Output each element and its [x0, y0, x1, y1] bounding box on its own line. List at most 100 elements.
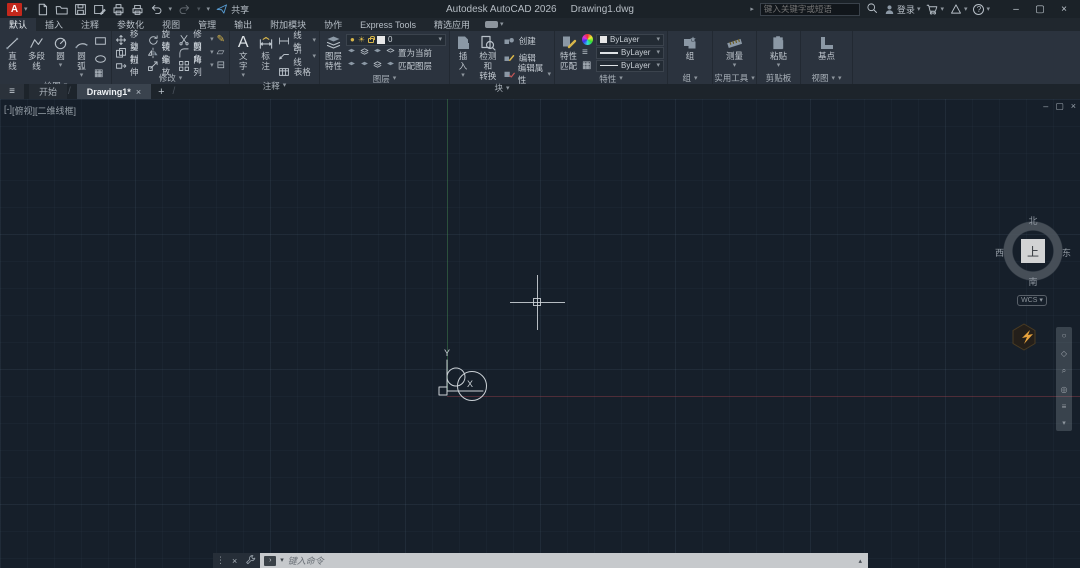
array-button[interactable]: 阵列 ▾	[178, 55, 214, 77]
sign-in-caret-icon[interactable]: ▾	[917, 6, 921, 13]
layer-tool-icon-3[interactable]	[372, 47, 383, 58]
file-tabs-menu-button[interactable]: ≡	[0, 84, 24, 99]
save-icon[interactable]	[74, 3, 87, 16]
autodesk-access-button[interactable]: ▾	[950, 3, 968, 15]
viewcube-top-face[interactable]: 上	[1021, 239, 1045, 263]
command-customize-icon[interactable]	[241, 555, 260, 566]
search-input[interactable]	[763, 4, 856, 14]
nav-showmotion-icon[interactable]: ≡	[1062, 402, 1067, 411]
search-icon[interactable]	[866, 2, 878, 17]
app-store-caret-icon[interactable]: ▾	[940, 6, 944, 13]
undo-caret-icon[interactable]: ▾	[169, 6, 173, 13]
explode-icon[interactable]: ▱	[217, 47, 225, 58]
insert-block-button[interactable]: 插入 ▾	[453, 33, 473, 82]
erase-icon[interactable]: ⊟	[217, 60, 225, 71]
save-as-icon[interactable]	[93, 3, 106, 16]
panel-label-properties[interactable]: 特性 ▾	[555, 73, 667, 85]
dimension-button[interactable]: 标注	[255, 33, 275, 80]
layer-tool-icon-2[interactable]	[359, 47, 370, 58]
new-tab-button[interactable]: +	[151, 84, 171, 99]
match-layer-button[interactable]: 匹配图层	[346, 60, 446, 72]
panel-label-group[interactable]: 组 ▾	[668, 72, 712, 84]
hatch-icon[interactable]: ▦	[94, 69, 107, 79]
panel-label-view[interactable]: 视图 ▾ ▾	[801, 72, 852, 84]
leader-button[interactable]: 引线 ▾	[278, 45, 316, 67]
ribbon-tab-express-tools[interactable]: Express Tools	[351, 18, 425, 31]
table-button[interactable]: 表格	[278, 65, 316, 78]
app-menu-button[interactable]: A	[7, 2, 22, 16]
panel-label-utilities[interactable]: 实用工具 ▾	[713, 72, 756, 84]
erase-pencil-icon[interactable]: ✎	[217, 34, 225, 45]
line-button[interactable]: 直线	[3, 33, 22, 80]
viewcube-west[interactable]: 西	[995, 246, 1004, 259]
command-recent-caret-icon[interactable]: ▾	[280, 557, 284, 564]
viewport-visual-style-control[interactable]: [二维线框]	[35, 104, 76, 117]
nav-wheel-icon[interactable]: ○	[1062, 331, 1067, 340]
drawing-close-icon[interactable]: ×	[1071, 101, 1076, 112]
layer-tool-icon-5[interactable]	[346, 60, 357, 71]
command-expand-icon[interactable]: ▴	[856, 557, 864, 565]
autodesk-access-caret-icon[interactable]: ▾	[964, 6, 968, 13]
panel-label-annotation[interactable]: 注释 ▾	[230, 80, 319, 92]
panel-label-modify[interactable]: 修改 ▾	[112, 72, 229, 84]
layer-dropdown[interactable]: ● ☀ 0 ▾	[346, 33, 446, 46]
wcs-button[interactable]: WCS ▾	[1017, 295, 1047, 306]
group-button[interactable]: 组	[680, 33, 700, 72]
ribbon-display-toggle[interactable]: ▾	[485, 18, 504, 31]
search-box[interactable]	[759, 2, 860, 16]
navigation-bar[interactable]: ○ ◇ ⌕ ◎ ≡ ▾	[1056, 327, 1072, 431]
viewcube-east[interactable]: 东	[1062, 246, 1071, 259]
help-button[interactable]: ? ▾	[973, 3, 990, 15]
linetype-list-icon[interactable]: ▦	[582, 61, 593, 71]
arc-button[interactable]: 圆弧 ▾	[72, 33, 91, 80]
plot-icon[interactable]	[112, 3, 125, 16]
command-close-icon[interactable]: ×	[228, 556, 241, 566]
command-input-field[interactable]: › ▾ ▴	[260, 553, 868, 568]
nav-orbit-icon[interactable]: ◎	[1061, 385, 1068, 394]
new-drawing-icon[interactable]	[36, 3, 49, 16]
command-input[interactable]	[287, 555, 853, 566]
ribbon-tab-collaborate[interactable]: 协作	[315, 18, 351, 31]
ellipse-icon[interactable]	[94, 51, 107, 69]
match-properties-button[interactable]: 特性 匹配	[558, 33, 579, 73]
panel-label-block[interactable]: 块 ▾	[450, 82, 554, 94]
file-tab-drawing1[interactable]: Drawing1* ×	[76, 84, 152, 99]
minimize-button[interactable]: –	[1004, 4, 1028, 15]
object-color-dropdown[interactable]: ByLayer ▾	[596, 33, 664, 46]
text-button[interactable]: A 文字 ▾	[233, 33, 253, 80]
ribbon-tab-output[interactable]: 输出	[225, 18, 261, 31]
drawing-restore-icon[interactable]: ▢	[1055, 101, 1064, 112]
share-button[interactable]: 共享	[216, 3, 249, 16]
scale-button[interactable]: 缩放	[147, 55, 177, 77]
layer-tool-icon-1[interactable]	[346, 47, 357, 58]
layer-tool-icon-6[interactable]	[359, 60, 370, 71]
rectangle-icon[interactable]	[94, 33, 107, 51]
batch-plot-icon[interactable]	[131, 3, 144, 16]
lineweight-dropdown[interactable]: ByLayer ▾	[596, 46, 664, 59]
measure-button[interactable]: 测量 ▾	[724, 33, 745, 72]
ai-assistant-badge[interactable]	[1011, 323, 1037, 356]
base-view-button[interactable]: 基点	[816, 33, 837, 72]
layer-tool-icon-4[interactable]	[385, 47, 396, 58]
detect-convert-button[interactable]: 检测和 转换	[475, 33, 501, 82]
redo-icon[interactable]	[178, 3, 191, 16]
polyline-button[interactable]: 多段线	[24, 33, 49, 80]
ribbon-tab-featured-apps[interactable]: 精选应用	[425, 18, 479, 31]
drawing-canvas[interactable]: [-] [俯视] [二维线框] – ▢ × 上 北 南 西 东 WCS ▾ ○ …	[0, 99, 1080, 568]
qat-customize-caret-icon[interactable]: ▾	[207, 6, 211, 13]
collapse-search-icon[interactable]: ▸	[750, 6, 754, 13]
close-tab-icon[interactable]: ×	[136, 87, 141, 97]
panel-label-layers[interactable]: 图层 ▾	[320, 73, 449, 85]
nav-zoom-icon[interactable]: ⌕	[1062, 366, 1066, 376]
maximize-button[interactable]: ▢	[1028, 4, 1052, 15]
lineweight-list-icon[interactable]: ≡	[582, 48, 593, 58]
help-caret-icon[interactable]: ▾	[986, 6, 990, 13]
open-icon[interactable]	[55, 3, 68, 16]
ribbon-tab-home[interactable]: 默认	[0, 18, 37, 31]
command-prompt-icon[interactable]: ›	[264, 555, 277, 566]
paste-button[interactable]: 粘贴 ▾	[768, 33, 789, 72]
viewcube-south[interactable]: 南	[995, 275, 1071, 288]
create-block-button[interactable]: 创建	[503, 35, 551, 48]
layer-tool-icon-7[interactable]	[372, 60, 383, 71]
layer-properties-button[interactable]: 图层 特性	[323, 33, 344, 73]
